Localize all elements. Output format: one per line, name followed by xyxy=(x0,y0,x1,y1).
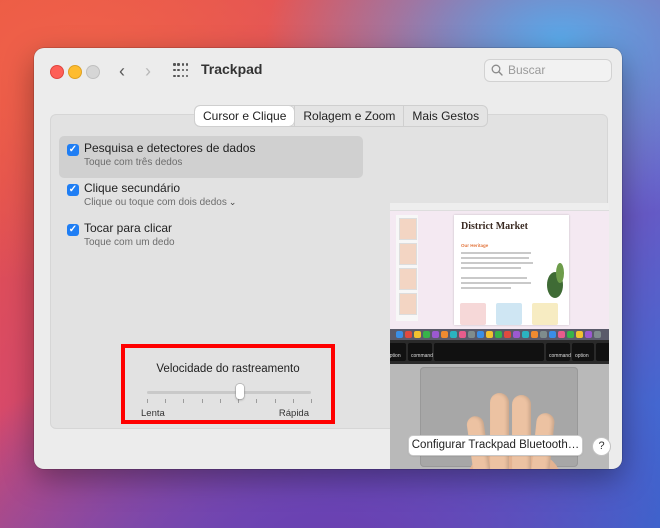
preview-document-title: District Market xyxy=(461,221,528,232)
option-secondary-click[interactable]: ✓ Clique secundário Clique ou toque com … xyxy=(59,176,363,218)
tab-rolagem-e-zoom[interactable]: Rolagem e Zoom xyxy=(294,106,403,126)
option-subtitle: Toque com três dedos xyxy=(84,157,183,168)
minimize-button[interactable] xyxy=(68,65,82,79)
slider-tick xyxy=(293,399,294,403)
window-title: Trackpad xyxy=(201,61,263,77)
chevron-down-icon: ⌄ xyxy=(228,197,237,207)
preferences-window: ‹ › Trackpad Cursor e Clique Rolagem e Z… xyxy=(34,48,622,469)
vegetable-illustration xyxy=(547,263,564,298)
gesture-preview-video: District Market Our Heritage ption comma… xyxy=(390,203,609,469)
option-title: Pesquisa e detectores de dados xyxy=(84,141,256,155)
zoom-button[interactable] xyxy=(86,65,100,79)
configure-bluetooth-trackpad-button[interactable]: Configurar Trackpad Bluetooth… xyxy=(408,435,583,456)
slider-tick xyxy=(256,399,257,403)
slider-tick xyxy=(311,399,312,403)
preview-menubar xyxy=(390,203,609,211)
titlebar: ‹ › Trackpad xyxy=(34,48,622,92)
tab-bar: Cursor e Clique Rolagem e Zoom Mais Gest… xyxy=(194,105,489,127)
slider-min-label: Lenta xyxy=(141,408,165,419)
slider-tick xyxy=(275,399,276,403)
show-all-grid-icon[interactable] xyxy=(173,63,189,79)
slider-tick xyxy=(202,399,203,403)
tracking-speed-slider-knob[interactable] xyxy=(236,384,244,399)
slider-tick xyxy=(147,399,148,403)
slider-tick xyxy=(165,399,166,403)
option-subtitle-dropdown[interactable]: Clique ou toque com dois dedos ⌄ xyxy=(84,197,236,208)
search-field[interactable] xyxy=(484,59,612,82)
checkbox-checked-icon[interactable]: ✓ xyxy=(67,184,79,196)
slider-max-label: Rápida xyxy=(278,408,309,419)
tab-mais-gestos[interactable]: Mais Gestos xyxy=(403,106,487,126)
option-title: Tocar para clicar xyxy=(84,221,173,235)
help-button[interactable]: ? xyxy=(592,437,611,456)
option-subtitle: Clique ou toque com dois dedos xyxy=(84,197,227,208)
preview-section-heading: Our Heritage xyxy=(461,243,489,248)
option-subtitle: Toque com um dedo xyxy=(84,237,175,248)
tracking-speed-label: Velocidade do rastreamento xyxy=(156,363,300,375)
preview-keyboard: option command command option xyxy=(390,340,609,364)
preview-screen: District Market Our Heritage xyxy=(390,203,609,340)
tracking-speed-highlight: Velocidade do rastreamento Lenta Rápida xyxy=(121,344,335,424)
back-chevron-icon[interactable]: ‹ xyxy=(112,60,132,82)
tracking-speed-slider-track[interactable] xyxy=(147,391,311,394)
preview-thumbnails xyxy=(396,215,418,321)
preview-document: District Market Our Heritage xyxy=(454,215,569,325)
search-input[interactable] xyxy=(508,61,604,79)
preview-dock xyxy=(390,329,609,340)
option-title: Clique secundário xyxy=(84,181,181,195)
search-icon xyxy=(491,64,503,76)
slider-tick xyxy=(183,399,184,403)
checkbox-checked-icon[interactable]: ✓ xyxy=(67,144,79,156)
tab-cursor-e-clique[interactable]: Cursor e Clique xyxy=(195,106,295,126)
slider-tick xyxy=(220,399,221,403)
checkbox-checked-icon[interactable]: ✓ xyxy=(67,224,79,236)
option-lookup-data-detectors[interactable]: ✓ Pesquisa e detectores de dados Toque c… xyxy=(59,136,363,178)
close-button[interactable] xyxy=(50,65,64,79)
settings-panel: ✓ Pesquisa e detectores de dados Toque c… xyxy=(50,114,609,469)
option-tap-to-click[interactable]: ✓ Tocar para clicar Toque com um dedo xyxy=(59,216,363,258)
slider-tick xyxy=(238,399,239,403)
forward-chevron-icon[interactable]: › xyxy=(138,60,158,82)
